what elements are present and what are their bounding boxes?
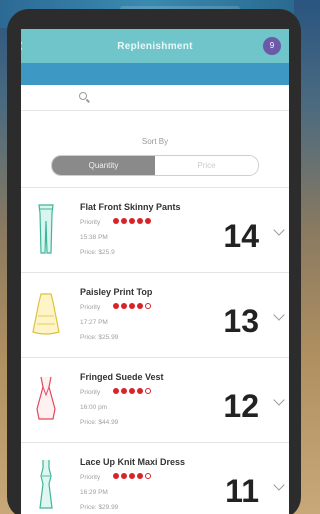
priority-rating <box>113 473 151 479</box>
priority-dot-empty <box>145 388 151 394</box>
priority-dot <box>121 303 127 309</box>
search-bar <box>21 85 289 111</box>
priority-rating <box>113 218 151 224</box>
list-item[interactable]: Lace Up Knit Maxi Dress Priority 16:29 P… <box>21 442 289 514</box>
item-price: Price: $44.99 <box>80 419 119 426</box>
item-quantity: 11 <box>225 473 259 509</box>
app-header: ‹ Replenishment 9 <box>21 29 289 63</box>
list-item[interactable]: Flat Front Skinny Pants Priority 15:38 P… <box>21 187 289 272</box>
item-name: Lace Up Knit Maxi Dress <box>80 457 186 467</box>
search-icon <box>79 92 87 100</box>
priority-rating <box>113 303 151 309</box>
priority-dot <box>129 388 135 394</box>
priority-label: Priority <box>80 474 101 481</box>
priority-label: Priority <box>80 219 101 226</box>
priority-dot-empty <box>145 303 151 309</box>
item-quantity: 12 <box>223 388 259 424</box>
priority-label: Priority <box>80 389 101 396</box>
notification-badge[interactable]: 9 <box>263 37 281 55</box>
item-price: Price: $25.9 <box>80 249 115 256</box>
priority-dot <box>129 303 135 309</box>
item-quantity: 13 <box>223 303 259 339</box>
priority-dot <box>137 388 143 394</box>
search-strip <box>21 63 289 85</box>
chevron-down-icon[interactable] <box>273 224 285 236</box>
priority-dot <box>137 473 143 479</box>
item-quantity: 14 <box>223 218 259 254</box>
priority-dot <box>113 388 119 394</box>
item-name: Paisley Print Top <box>80 287 153 297</box>
item-time: 16:29 PM <box>80 489 108 496</box>
priority-dot <box>129 218 135 224</box>
page-title: Replenishment <box>117 40 193 52</box>
priority-label: Priority <box>80 304 101 311</box>
dress-icon <box>39 460 53 509</box>
item-price: Price: $29.99 <box>80 504 119 511</box>
priority-dot-empty <box>145 473 151 479</box>
priority-dot <box>121 473 127 479</box>
pants-icon <box>38 204 54 254</box>
priority-dot <box>113 473 119 479</box>
chevron-down-icon[interactable] <box>273 479 285 491</box>
priority-dot <box>121 388 127 394</box>
item-price: Price: $25.99 <box>80 334 119 341</box>
chevron-down-icon[interactable] <box>273 394 285 406</box>
priority-dot <box>113 303 119 309</box>
sort-option-price[interactable]: Price <box>155 156 258 175</box>
top-icon <box>32 293 60 335</box>
priority-dot <box>129 473 135 479</box>
chevron-down-icon[interactable] <box>273 309 285 321</box>
priority-dot <box>121 218 127 224</box>
priority-dot <box>137 218 143 224</box>
priority-dot <box>145 218 151 224</box>
priority-dot <box>137 303 143 309</box>
product-list: Flat Front Skinny Pants Priority 15:38 P… <box>21 187 289 514</box>
item-time: 17:27 PM <box>80 319 108 326</box>
sort-option-quantity[interactable]: Quantity <box>52 156 155 175</box>
item-name: Fringed Suede Vest <box>80 372 164 382</box>
item-name: Flat Front Skinny Pants <box>80 202 181 212</box>
item-time: 15:38 PM <box>80 234 108 241</box>
item-time: 16:00 pm <box>80 404 108 411</box>
list-item[interactable]: Paisley Print Top Priority 17:27 PM Pric… <box>21 272 289 357</box>
search-input[interactable] <box>95 90 245 104</box>
sort-toggle: Quantity Price <box>51 155 259 176</box>
chevron-left-icon[interactable]: ‹ <box>21 35 23 56</box>
list-item[interactable]: Fringed Suede Vest Priority 16:00 pm Pri… <box>21 357 289 442</box>
vest-icon <box>36 376 56 420</box>
app-screen: ‹ Replenishment 9 Sort By Quantity Price… <box>21 29 289 514</box>
priority-dot <box>113 218 119 224</box>
priority-rating <box>113 388 151 394</box>
sort-by-label: Sort By <box>141 137 169 146</box>
